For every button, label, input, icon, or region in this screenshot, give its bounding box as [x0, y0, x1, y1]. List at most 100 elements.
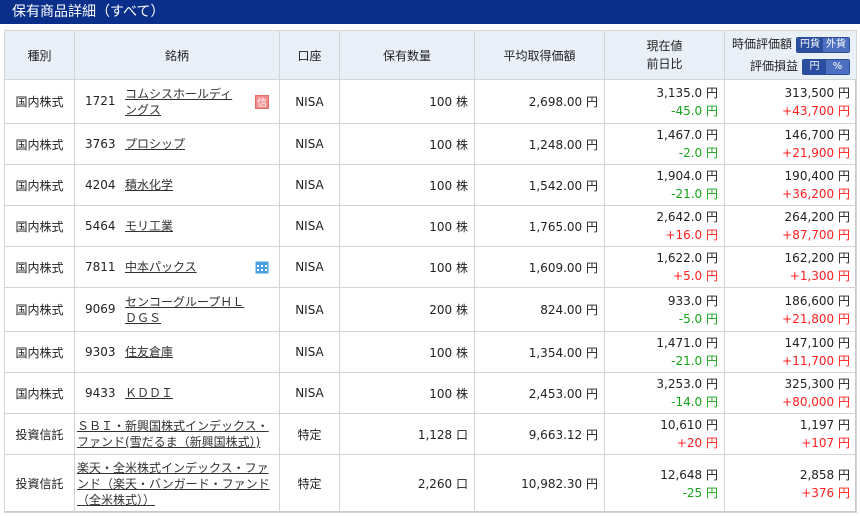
security-name-link[interactable]: 住友倉庫 — [125, 345, 173, 359]
day-change: -25 円 — [682, 485, 718, 500]
security-name-link[interactable]: センコーグループＨＬＤＧＳ — [125, 295, 244, 325]
market-value: 2,858 円 — [799, 467, 850, 482]
current-price: 3,135.0 円 — [656, 85, 718, 100]
security-cell: 4204 積水化学 — [74, 164, 280, 206]
fund-name-link[interactable]: 楽天・全米株式インデックス・ファンド（楽天・バンガード・ファンド（全米株式）） — [77, 461, 270, 507]
avg-price: 1,542.00 円 — [474, 164, 605, 206]
day-change: +20 円 — [676, 436, 718, 450]
calendar-icon[interactable] — [255, 260, 269, 274]
table-row: 投資信託 楽天・全米株式インデックス・ファンド（楽天・バンガード・ファンド（全米株… — [4, 454, 857, 513]
security-cell: 5464 モリ工業 — [74, 205, 280, 247]
value-cell: 325,300 円 +80,000 円 — [724, 372, 857, 414]
table-row: 国内株式 5464 モリ工業 NISA 100 株 1,765.00 円 2,642.0 円… — [4, 205, 857, 247]
toggle-foreign[interactable]: 外貨 — [823, 37, 849, 52]
toggle-yen[interactable]: 円 — [803, 59, 826, 74]
quantity: 100 株 — [339, 79, 475, 124]
security-name-link[interactable]: プロシップ — [125, 137, 185, 151]
credit-icon[interactable]: 信 — [255, 94, 269, 109]
quantity: 100 株 — [339, 164, 475, 206]
market-value: 147,100 円 — [784, 336, 850, 350]
day-change: +16.0 円 — [665, 228, 718, 242]
header-account: 口座 — [279, 30, 340, 80]
current-price: 2,642.0 円 — [656, 210, 718, 224]
pl-toggle[interactable]: 円% — [802, 58, 850, 75]
currency-toggle[interactable]: 円貨 外貨 — [796, 36, 850, 53]
value-cell: 190,400 円 +36,200 円 — [724, 164, 857, 206]
product-type: 国内株式 — [4, 205, 75, 247]
security-name-link[interactable]: モリ工業 — [125, 219, 173, 233]
security-cell: ＳＢＩ・新興国株式インデックス・ファンド(雪だるま（新興国株式）) — [74, 413, 280, 455]
security-code: 4204 — [85, 177, 116, 192]
security-code: 9433 — [85, 385, 116, 400]
avg-price: 1,609.00 円 — [474, 246, 605, 288]
unrealized-pl: +21,800 円 — [782, 311, 850, 326]
security-name-link[interactable]: ＫＤＤＩ — [125, 386, 173, 400]
price-cell: 12,648 円 -25 円 — [604, 454, 725, 513]
market-value: 1,197 円 — [799, 418, 850, 432]
price-cell: 10,610 円 +20 円 — [604, 413, 725, 455]
unrealized-pl: +36,200 円 — [782, 187, 850, 201]
account-type: NISA — [279, 246, 340, 288]
quantity: 2,260 口 — [339, 454, 475, 513]
toggle-percent[interactable]: % — [826, 59, 849, 74]
current-price: 10,610 円 — [660, 418, 718, 432]
quantity: 200 株 — [339, 287, 475, 332]
table-row: 国内株式 9433 ＫＤＤＩ NISA 100 株 2,453.00 円 3,253.0 円… — [4, 372, 857, 414]
unrealized-pl: +11,700 円 — [782, 354, 850, 368]
security-name-link[interactable]: 中本パックス — [125, 260, 197, 274]
value-cell: 146,700 円 +21,900 円 — [724, 123, 857, 165]
security-name-link[interactable]: コムシスホールディングス — [125, 87, 232, 117]
header-value-label: 時価評価額 — [731, 37, 792, 51]
security-name-link[interactable]: 積水化学 — [125, 178, 173, 192]
current-price: 12,648 円 — [660, 467, 718, 482]
toggle-jpy[interactable]: 円貨 — [797, 37, 823, 52]
header-price: 現在値 前日比 — [604, 30, 725, 80]
security-cell: 9433 ＫＤＤＩ — [74, 372, 280, 414]
value-cell: 162,200 円 +1,300 円 — [724, 246, 857, 288]
table-row: 投資信託 ＳＢＩ・新興国株式インデックス・ファンド(雪だるま（新興国株式）) 特定 1… — [4, 413, 857, 455]
quantity: 1,128 口 — [339, 413, 475, 455]
product-type: 国内株式 — [4, 287, 75, 332]
day-change: -45.0 円 — [671, 103, 718, 118]
day-change: -21.0 円 — [671, 187, 718, 201]
value-cell: 2,858 円 +376 円 — [724, 454, 857, 513]
current-price: 1,471.0 円 — [656, 336, 718, 350]
quantity: 100 株 — [339, 123, 475, 165]
header-pl-label: 評価損益 — [749, 59, 798, 73]
unrealized-pl: +1,300 円 — [789, 269, 850, 283]
account-type: NISA — [279, 331, 340, 373]
security-code: 7811 — [85, 259, 116, 274]
product-type: 国内株式 — [4, 246, 75, 288]
current-price: 1,904.0 円 — [656, 169, 718, 183]
header-name: 銘柄 — [74, 30, 280, 80]
value-cell: 1,197 円 +107 円 — [724, 413, 857, 455]
header-avg-price: 平均取得価額 — [474, 30, 605, 80]
avg-price: 9,663.12 円 — [474, 413, 605, 455]
product-type: 投資信託 — [4, 454, 75, 513]
product-type: 国内株式 — [4, 123, 75, 165]
account-type: NISA — [279, 79, 340, 124]
day-change: +5.0 円 — [673, 269, 718, 283]
avg-price: 824.00 円 — [474, 287, 605, 332]
table-row: 国内株式 4204 積水化学 NISA 100 株 1,542.00 円 1,904.0 円… — [4, 164, 857, 206]
value-cell: 264,200 円 +87,700 円 — [724, 205, 857, 247]
product-type: 国内株式 — [4, 79, 75, 124]
unrealized-pl: +21,900 円 — [782, 146, 850, 160]
price-cell: 3,253.0 円 -14.0 円 — [604, 372, 725, 414]
price-cell: 1,622.0 円 +5.0 円 — [604, 246, 725, 288]
price-cell: 3,135.0 円 -45.0 円 — [604, 79, 725, 124]
value-cell: 186,600 円 +21,800 円 — [724, 287, 857, 332]
table-row: 国内株式 9303 住友倉庫 NISA 100 株 1,354.00 円 1,471.0 円… — [4, 331, 857, 373]
svg-text:信: 信 — [257, 97, 267, 109]
price-cell: 933.0 円 -5.0 円 — [604, 287, 725, 332]
day-change: -2.0 円 — [678, 146, 718, 160]
unrealized-pl: +107 円 — [801, 436, 850, 450]
header-change-label: 前日比 — [646, 57, 683, 71]
fund-name-link[interactable]: ＳＢＩ・新興国株式インデックス・ファンド(雪だるま（新興国株式）) — [77, 419, 269, 449]
price-cell: 1,904.0 円 -21.0 円 — [604, 164, 725, 206]
market-value: 313,500 円 — [784, 85, 850, 100]
avg-price: 1,765.00 円 — [474, 205, 605, 247]
table-row: 国内株式 3763 プロシップ NISA 100 株 1,248.00 円 1,467.0 … — [4, 123, 857, 165]
table-header-row: 種別 銘柄 口座 保有数量 平均取得価額 現在値 前日比 時価評価額 円貨 外貨 評… — [4, 30, 857, 80]
avg-price: 10,982.30 円 — [474, 454, 605, 513]
